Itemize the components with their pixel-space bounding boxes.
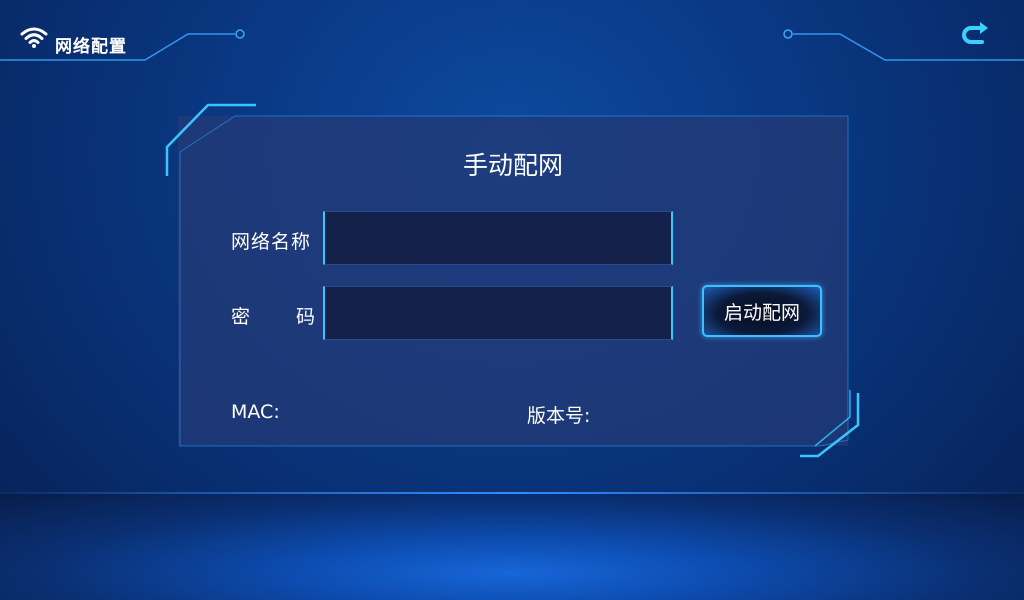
mac-label: MAC: xyxy=(231,401,280,423)
password-label: 密 码 xyxy=(231,302,315,329)
floor-glow xyxy=(0,493,1024,600)
ssid-input[interactable] xyxy=(323,211,673,265)
header-decoration-lines xyxy=(0,29,1024,61)
password-label-char-2: 码 xyxy=(295,306,315,328)
panel-title: 手动配网 xyxy=(462,151,563,180)
wifi-icon xyxy=(20,27,48,48)
password-input[interactable] xyxy=(323,286,673,340)
version-label: 版本号: xyxy=(527,405,591,427)
floor-horizon-line xyxy=(0,492,1024,494)
page-title: 网络配置 xyxy=(55,37,127,57)
header-bar: 网络配置 xyxy=(0,0,1024,70)
start-config-button[interactable]: 启动配网 xyxy=(702,285,822,337)
ssid-label: 网络名称 xyxy=(231,231,312,253)
password-label-char-1: 密 xyxy=(231,306,251,328)
back-arrow-icon[interactable] xyxy=(958,20,992,50)
